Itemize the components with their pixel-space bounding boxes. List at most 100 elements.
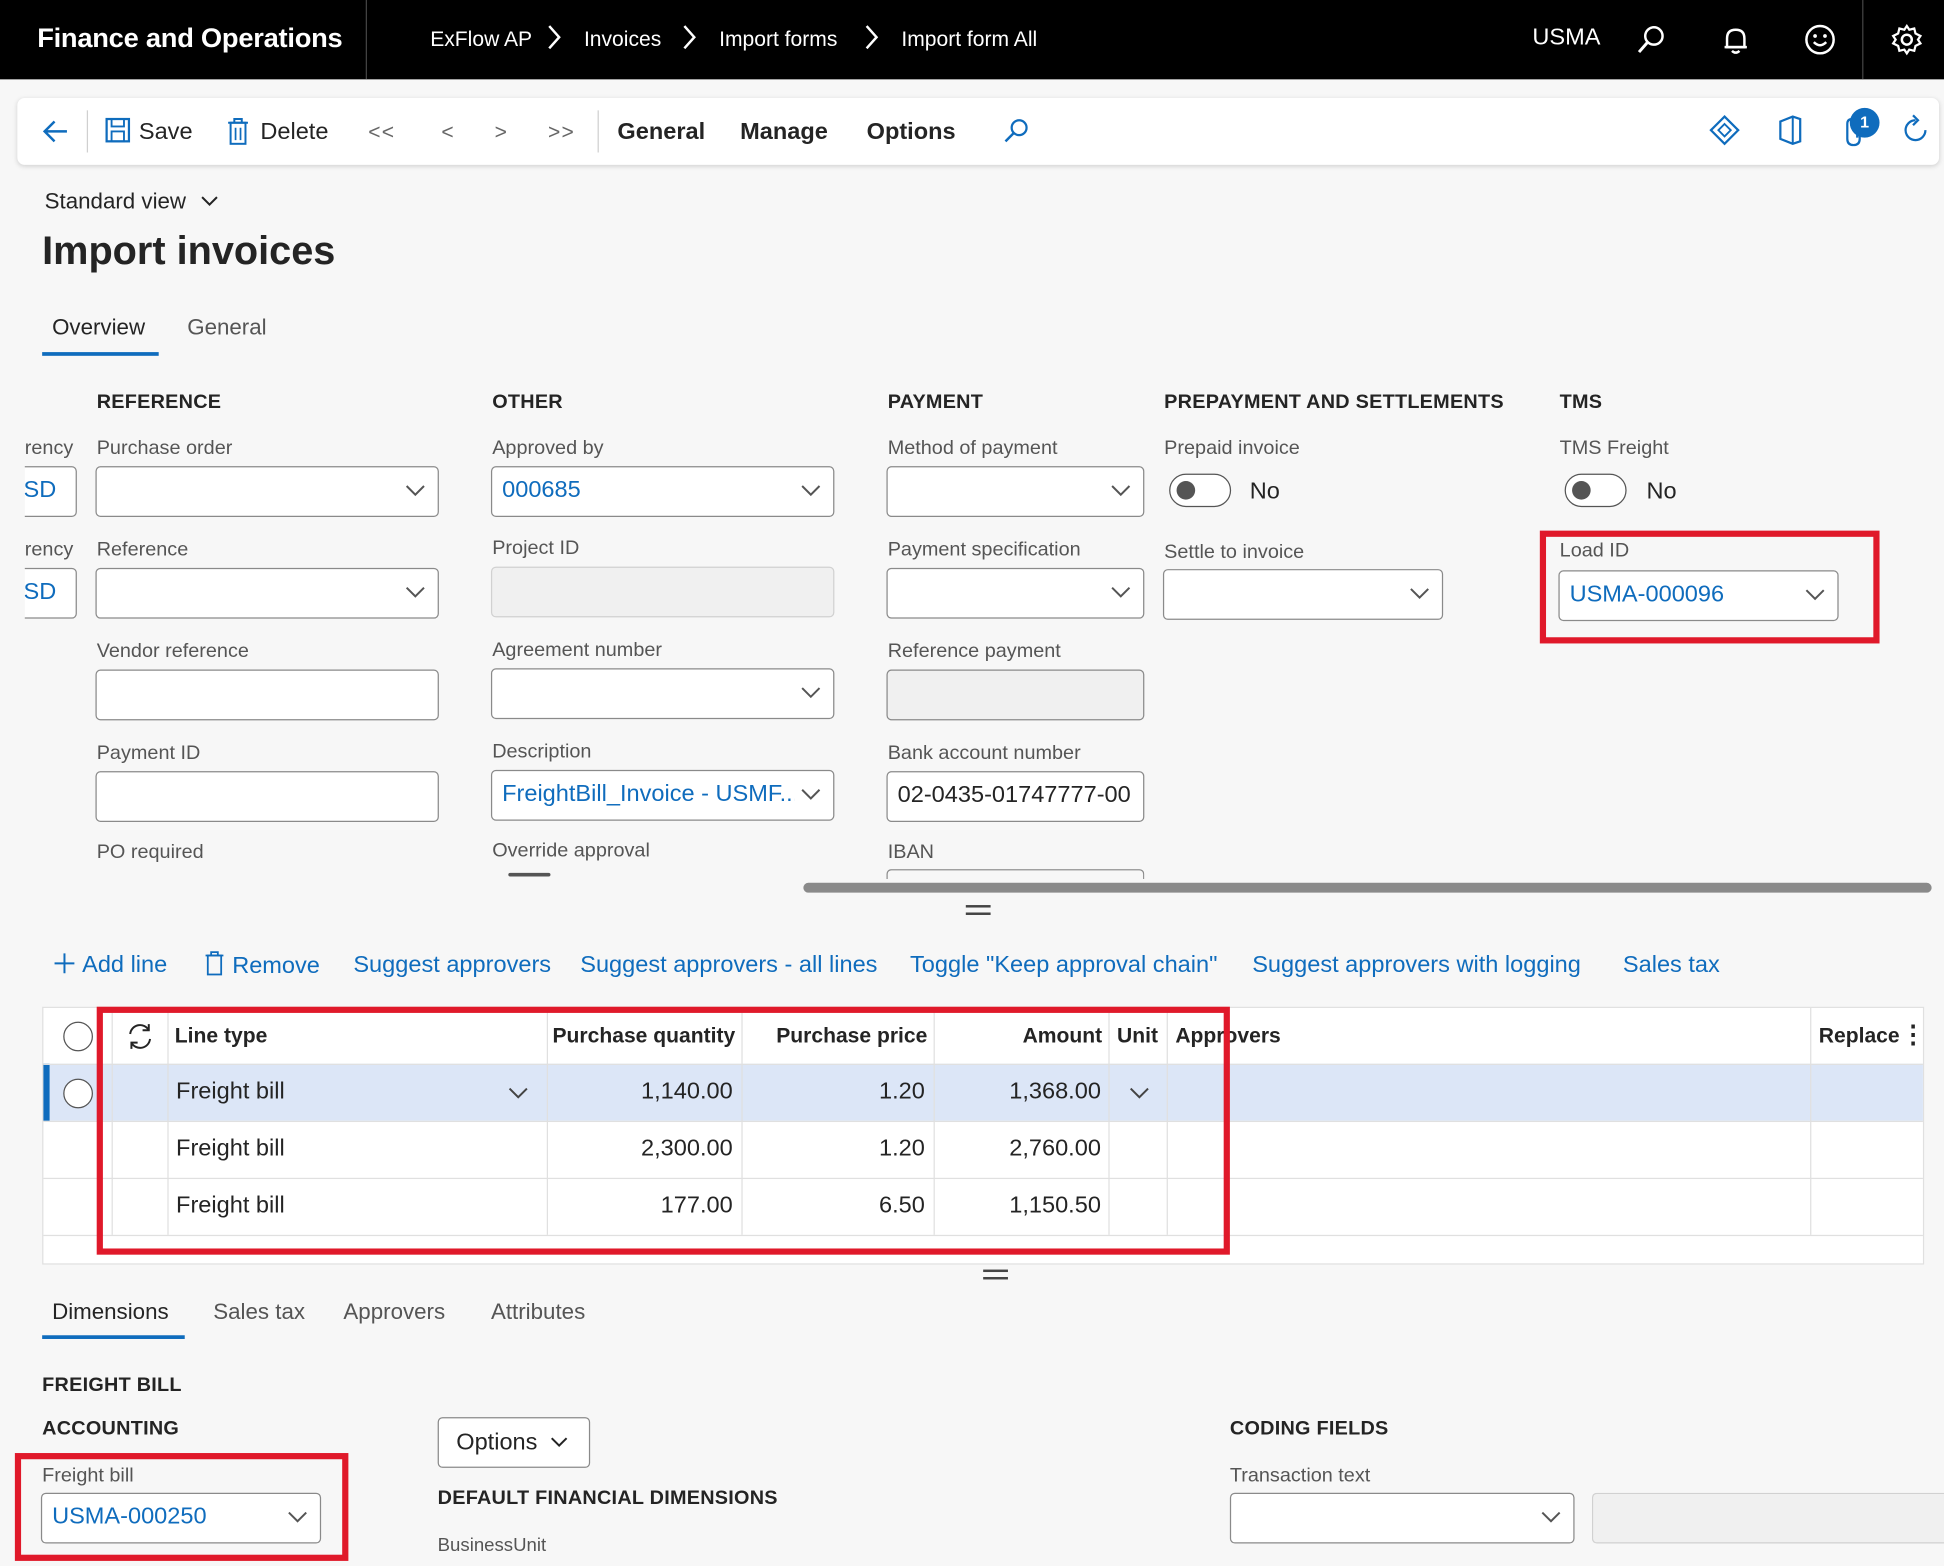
divider [597,110,599,153]
agreement-number-label: Agreement number [492,639,663,661]
tms-freight-toggle[interactable] [1564,473,1627,508]
options-dropdown-button[interactable]: Options [437,1417,591,1468]
suggest-approvers-all-lines-button[interactable]: Suggest approvers - all lines [580,950,877,982]
bell-icon[interactable] [1718,22,1753,57]
chevron-down-icon[interactable] [403,477,428,502]
select-all-radio[interactable] [63,1021,93,1052]
breadcrumb-invoices[interactable]: Invoices [584,25,661,55]
chevron-down-icon[interactable] [285,1504,310,1529]
chevron-down-icon[interactable] [1108,477,1133,502]
settle-to-invoice-field[interactable] [1162,569,1444,620]
menu-options[interactable]: Options [867,115,956,150]
menu-manage[interactable]: Manage [740,115,828,150]
freight-bill-heading: FREIGHT BILL [42,1374,182,1397]
breadcrumb-import-forms[interactable]: Import forms [719,25,837,55]
view-selector[interactable]: Standard view [45,188,220,214]
transaction-text-description-field [1591,1492,1944,1544]
vendor-reference-field[interactable] [95,669,439,721]
breadcrumb-import-form-all[interactable]: Import form All [901,25,1037,55]
suggest-approvers-button[interactable]: Suggest approvers [353,950,551,982]
search-icon[interactable] [1634,22,1669,57]
remove-button[interactable]: Remove [203,950,320,982]
company-selector[interactable]: USMA [1532,25,1600,52]
column-header-replace[interactable]: Replace [1819,1008,1900,1064]
top-navigation-bar: Finance and Operations ExFlow AP Invoice… [0,0,1944,80]
reference-payment-field[interactable] [886,669,1145,721]
bank-account-field[interactable]: 02-0435-01747777-00 [886,771,1145,822]
payment-heading: PAYMENT [887,391,984,413]
highlight-box [96,1006,1230,1255]
freight-bill-label: Freight bill [42,1465,134,1487]
refresh-icon[interactable] [1899,114,1931,146]
payment-specification-field[interactable] [886,567,1145,619]
iban-field[interactable] [886,869,1145,880]
add-line-button[interactable]: Add line [52,950,167,982]
menu-general[interactable]: General [617,115,705,150]
chevron-down-icon[interactable] [403,579,428,604]
sales-tax-button[interactable]: Sales tax [1623,950,1720,982]
transaction-text-field[interactable] [1229,1492,1575,1544]
currency-value: SD [23,477,57,504]
smiley-icon[interactable] [1803,22,1838,57]
breadcrumb-exflow-ap[interactable]: ExFlow AP [430,25,532,55]
suggest-approvers-logging-button[interactable]: Suggest approvers with logging [1252,950,1581,982]
save-icon [104,117,131,147]
payment-specification-label: Payment specification [887,539,1081,561]
load-id-field[interactable]: USMA-000096 [1558,570,1839,622]
tab-approvers[interactable]: Approvers [343,1299,445,1325]
divider [86,110,89,153]
row-select-radio[interactable] [63,1078,93,1109]
toggle-keep-approval-chain-button[interactable]: Toggle "Keep approval chain" [910,950,1217,982]
previous-record-button[interactable]: < [441,115,455,150]
prepaid-invoice-toggle[interactable] [1169,473,1232,508]
chevron-down-icon[interactable] [1803,581,1828,606]
power-apps-icon[interactable] [1708,114,1740,146]
reference-field[interactable] [95,567,439,619]
chevron-down-icon[interactable] [1539,1504,1564,1529]
more-options-icon[interactable]: ⋮ [1901,1008,1926,1064]
payment-id-label: Payment ID [96,742,201,764]
description-field[interactable]: FreightBill_Invoice - USMF... [490,769,835,821]
tab-general[interactable]: General [187,315,266,341]
delete-button[interactable]: Delete [260,115,328,150]
chevron-down-icon[interactable] [798,781,823,806]
purchase-order-field[interactable] [95,466,439,517]
business-unit-label: BusinessUnit [437,1534,547,1556]
next-record-button[interactable]: > [495,115,509,150]
tab-sales-tax[interactable]: Sales tax [213,1299,305,1325]
settle-to-invoice-label: Settle to invoice [1164,541,1305,563]
first-record-button[interactable]: << [368,115,395,150]
method-of-payment-field[interactable] [886,466,1145,517]
horizontal-scrollbar[interactable] [803,882,1932,893]
chevron-down-icon[interactable] [798,477,823,502]
tms-freight-value: No [1646,478,1677,505]
save-button[interactable]: Save [139,115,193,150]
office-icon[interactable] [1775,114,1805,146]
settings-area [1862,0,1944,80]
coding-fields-heading: CODING FIELDS [1229,1418,1389,1440]
tab-attributes[interactable]: Attributes [491,1299,585,1325]
load-id-label: Load ID [1559,540,1630,562]
prepaid-invoice-label: Prepaid invoice [1164,437,1300,459]
bank-account-label: Bank account number [887,742,1081,764]
chevron-down-icon[interactable] [798,679,823,704]
tab-dimensions[interactable]: Dimensions [52,1299,169,1325]
approved-by-value: 000685 [502,477,581,504]
chevron-down-icon[interactable] [1407,580,1432,605]
splitter-handle[interactable] [983,1269,1008,1280]
last-record-button[interactable]: >> [548,115,575,150]
app-title[interactable]: Finance and Operations [0,0,367,80]
approved-by-field[interactable]: 000685 [490,466,835,517]
tab-overview[interactable]: Overview [52,315,145,341]
agreement-number-field[interactable] [490,668,835,720]
grid-line [1810,1007,1812,1235]
freight-bill-field[interactable]: USMA-000250 [40,1492,322,1544]
splitter-handle[interactable] [965,905,991,915]
search-icon[interactable] [1002,117,1032,147]
override-approval-toggle[interactable] [508,872,551,877]
selected-row-indicator [43,1063,50,1121]
chevron-down-icon[interactable] [1108,579,1133,604]
payment-id-field[interactable] [95,771,439,822]
gear-icon[interactable] [1889,22,1924,57]
back-arrow-icon[interactable] [40,115,72,147]
